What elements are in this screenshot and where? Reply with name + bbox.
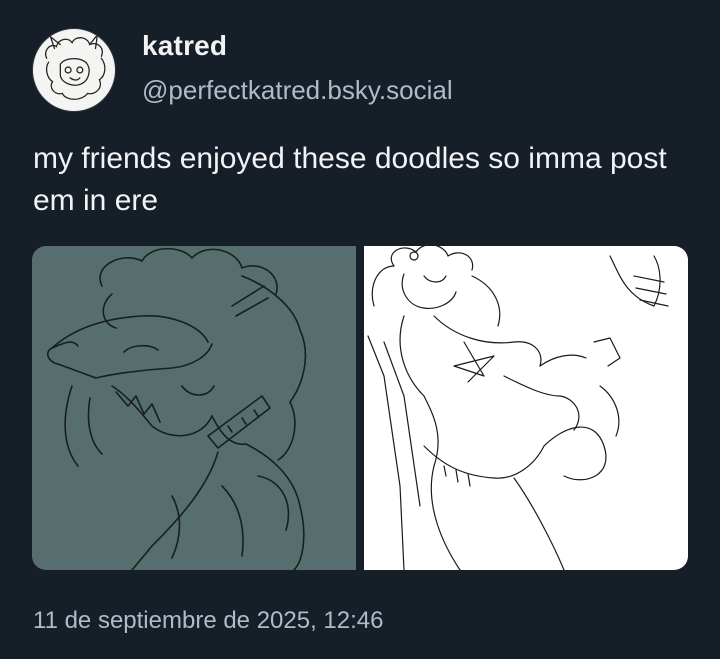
post-timestamp[interactable]: 11 de septiembre de 2025, 12:46	[33, 607, 383, 635]
post-image-1[interactable]	[32, 246, 356, 570]
post-image-2[interactable]	[364, 246, 688, 570]
media-grid	[32, 246, 688, 570]
pencil-sketch-doodle-icon	[367, 246, 669, 570]
avatar-sketch-icon	[45, 32, 106, 100]
post-card[interactable]: katred @perfectkatred.bsky.social my fri…	[0, 0, 720, 659]
author-display-name[interactable]: katred	[142, 30, 227, 62]
author-handle[interactable]: @perfectkatred.bsky.social	[142, 75, 453, 106]
post-text: my friends enjoyed these doodles so imma…	[33, 142, 667, 217]
author-avatar[interactable]	[32, 28, 116, 112]
teal-sketch-doodle-icon	[46, 247, 307, 570]
